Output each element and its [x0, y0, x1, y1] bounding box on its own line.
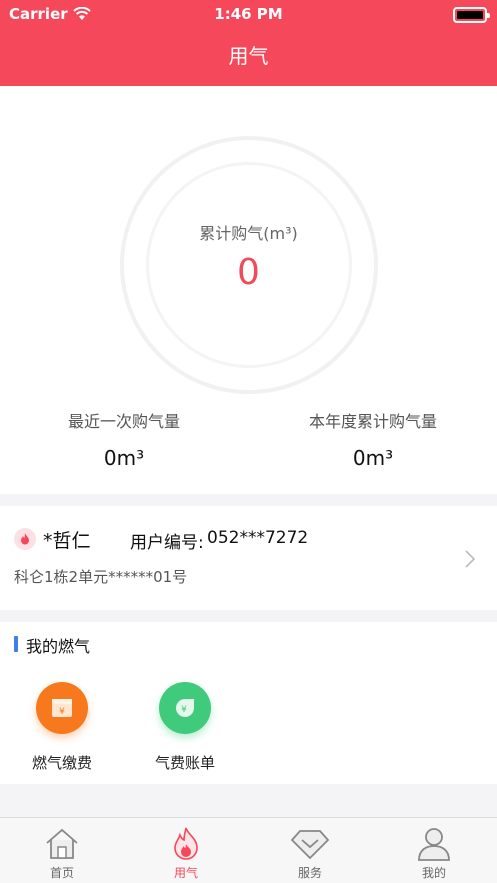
gas-bill-button[interactable]: ¥ 气费账单	[135, 682, 235, 773]
app-header: Carrier 1:46 PM 用气	[0, 0, 497, 86]
home-icon	[46, 828, 78, 859]
section-accent-bar	[14, 636, 18, 652]
recent-purchase-value: 0m³	[103, 446, 145, 470]
gas-payment-button[interactable]: ¥ 燃气缴费	[12, 682, 112, 773]
gas-bill-label: 气费账单	[154, 754, 215, 772]
tab-home-label: 首页	[49, 866, 74, 880]
tab-service-label: 服务	[297, 866, 322, 880]
user-id-label: 用户编号:	[130, 533, 204, 553]
tab-profile-label: 我的	[421, 866, 446, 880]
service-diamond-icon	[290, 830, 330, 860]
account-flame-icon	[14, 528, 36, 550]
year-purchase-label: 本年度累计购气量	[308, 412, 437, 431]
my-gas-section: 我的燃气 ¥ 燃气缴费 ¥ 气费账单	[0, 622, 497, 784]
total-purchase-label: 累计购气(m³)	[199, 224, 298, 243]
gas-payment-icon: ¥	[36, 682, 88, 734]
status-time: 1:46 PM	[214, 5, 283, 23]
flame-icon	[174, 827, 198, 860]
total-purchase-value: 0	[237, 252, 260, 293]
my-gas-title: 我的燃气	[26, 637, 91, 656]
recent-purchase-stat: 最近一次购气量 0m³	[0, 408, 248, 470]
gas-bill-icon: ¥	[159, 682, 211, 734]
user-id-value: 052***7272	[207, 528, 309, 548]
tab-profile[interactable]: 我的	[372, 818, 496, 883]
chevron-right-icon[interactable]	[465, 550, 475, 568]
bottom-tab-bar: 首页 用气 服务 我的	[0, 817, 497, 883]
battery-icon	[453, 7, 490, 23]
gas-payment-label: 燃气缴费	[31, 754, 92, 772]
user-address: 科仑1栋2单元******01号	[14, 568, 188, 586]
user-name: *哲仁	[43, 530, 91, 552]
tab-gas-label: 用气	[173, 866, 198, 880]
tab-gas[interactable]: 用气	[124, 818, 248, 883]
profile-icon	[418, 828, 450, 861]
svg-text:¥: ¥	[59, 707, 65, 717]
svg-text:¥: ¥	[181, 705, 187, 715]
user-account-row[interactable]: *哲仁 用户编号: 052***7272 科仑1栋2单元******01号	[0, 506, 497, 610]
year-purchase-stat: 本年度累计购气量 0m³	[249, 408, 497, 470]
tab-service[interactable]: 服务	[248, 818, 372, 883]
status-bar: Carrier 1:46 PM	[0, 4, 497, 26]
gas-summary-card: 累计购气(m³) 0 最近一次购气量 0m³ 本年度累计购气量 0m³	[0, 86, 497, 494]
year-purchase-value: 0m³	[352, 446, 394, 470]
recent-purchase-label: 最近一次购气量	[67, 412, 180, 431]
tab-home[interactable]: 首页	[0, 818, 124, 883]
page-title: 用气	[228, 44, 269, 68]
